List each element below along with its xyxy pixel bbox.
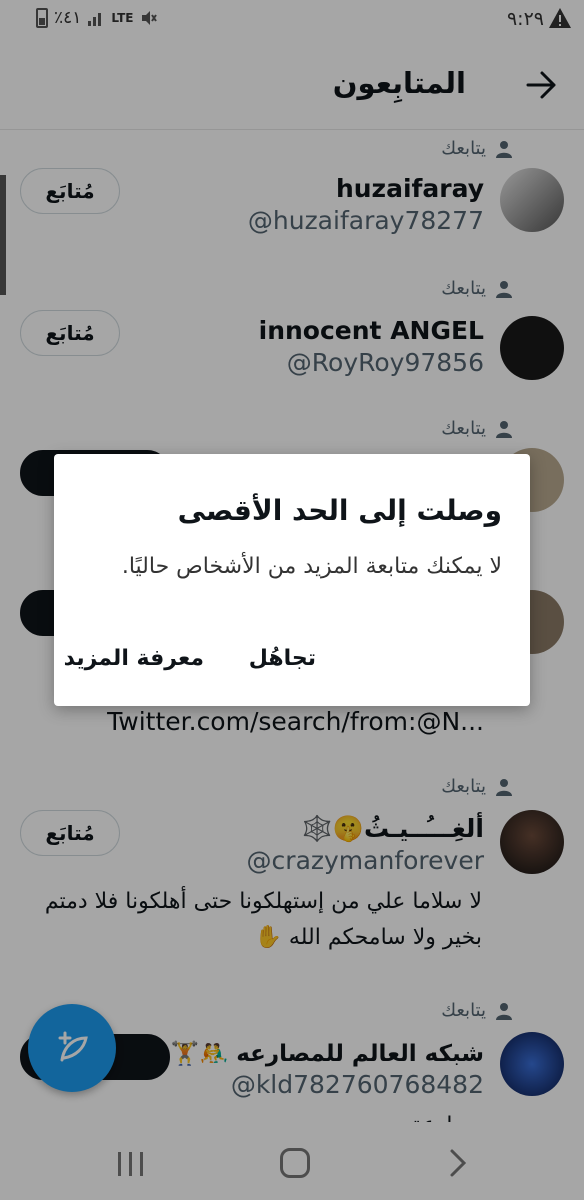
limit-reached-dialog: وصلت إلى الحد الأقصى لا يمكنك متابعة الم… [54,454,530,706]
followers-screen: ٪٤١ LTE ٩:٢٩ المتابِعون يتابعك huzaifara… [0,0,584,1200]
learn-more-button[interactable]: معرفة المزيد [64,646,204,671]
dialog-body: لا يمكنك متابعة المزيد من الأشخاص حاليًا… [121,554,502,579]
ignore-button[interactable]: تجاهُل [249,646,316,671]
dialog-title: وصلت إلى الحد الأقصى [177,494,502,527]
